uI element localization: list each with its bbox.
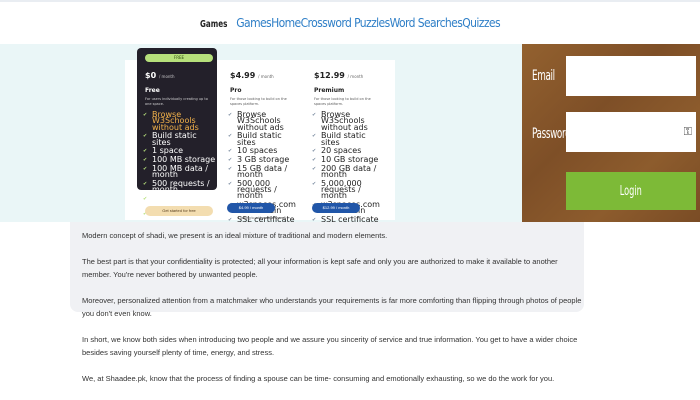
nav-brand: Games bbox=[199, 19, 228, 30]
feature-item: ✔ Browse W3Schools without ads bbox=[312, 110, 368, 132]
plan-description: For users individually creating up to on… bbox=[145, 97, 208, 106]
email-field[interactable] bbox=[566, 56, 696, 96]
password-field[interactable] bbox=[566, 112, 696, 152]
check-icon: ✔ bbox=[312, 112, 317, 118]
premium-plan-button[interactable]: $12.99 / month bbox=[312, 203, 360, 213]
check-icon: ✔ bbox=[228, 180, 233, 187]
feature-item: ✔ 20 spaces bbox=[312, 146, 362, 156]
nav-link-games[interactable]: Games bbox=[236, 16, 271, 30]
feature-item: ✔ 10 spaces bbox=[228, 146, 278, 156]
pro-plan-button[interactable]: $4.99 / month bbox=[227, 203, 275, 213]
check-icon: ✔ bbox=[143, 148, 148, 155]
check-icon: ✔ bbox=[228, 165, 233, 172]
check-icon: ✔ bbox=[143, 157, 148, 163]
pricing-card-free: FREE $0 / month Free For users individua… bbox=[137, 48, 217, 217]
check-icon: ✔ bbox=[228, 112, 233, 118]
feature-item: ✔ 100 MB data / month bbox=[143, 163, 209, 179]
plan-name: Free bbox=[145, 87, 160, 94]
feature-item: ✔ 5,000,000 requests / month bbox=[312, 178, 362, 201]
login-panel: Email Password ⚿ Login bbox=[522, 44, 700, 222]
password-label: Password bbox=[532, 126, 571, 142]
check-icon: ✔ bbox=[228, 157, 233, 163]
check-icon: ✔ bbox=[312, 165, 317, 172]
check-icon: ✔ bbox=[143, 195, 148, 202]
nav-link-crossword-puzzles[interactable]: Crossword Puzzles bbox=[301, 16, 391, 30]
check-icon: ✔ bbox=[228, 148, 233, 155]
feature-item: ✔ 200 GB data / month bbox=[312, 163, 377, 179]
feature-item: ✔ 500,000 requests / month bbox=[228, 178, 277, 201]
feature-item: ✔ 500 requests / month bbox=[143, 178, 210, 194]
check-icon: ✔ bbox=[143, 165, 148, 172]
email-label: Email bbox=[532, 68, 555, 84]
password-key-icon[interactable]: ⚿ bbox=[684, 126, 692, 139]
feature-item: ✔ 1 space bbox=[143, 146, 184, 156]
plan-price: $4.99 / month bbox=[230, 71, 274, 80]
content-paragraph: We, at Shaadee.pk, know that the process… bbox=[82, 374, 555, 383]
feature-item: ✔ Browse W3Schools without ads bbox=[228, 110, 284, 132]
feature-item: ✔ 10 GB storage bbox=[312, 155, 379, 164]
content-paragraph: In short, we know both sides when introd… bbox=[82, 335, 578, 357]
check-icon: ✔ bbox=[312, 148, 317, 155]
top-nav: Games Games Home Crossword Puzzles Word … bbox=[0, 0, 700, 44]
plan-description: For those looking to build on the spaces… bbox=[314, 97, 371, 106]
feature-item: ✔ Build static sites bbox=[143, 131, 197, 147]
pricing-card-pro: $4.99 / month Pro For those looking to b… bbox=[222, 48, 302, 224]
content-paragraph: Modern concept of shadi, we present is a… bbox=[82, 231, 388, 240]
feature-item: ✔ Build static sites bbox=[312, 131, 366, 147]
nav-links: Games Games Home Crossword Puzzles Word … bbox=[199, 16, 501, 30]
content-paragraph: The best part is that your confidentiali… bbox=[82, 257, 558, 279]
feature-list: ✔ Browse W3Schools without ads ✔ Build sta… bbox=[143, 110, 217, 219]
plan-name: Premium bbox=[314, 87, 345, 94]
plan-badge: FREE bbox=[145, 54, 213, 62]
content-paragraph: Moreover, personalized attention from a … bbox=[82, 296, 582, 318]
login-button[interactable]: Login bbox=[566, 172, 696, 210]
feature-item: ✔ Build static sites bbox=[228, 131, 282, 147]
check-icon: ✔ bbox=[143, 133, 148, 140]
check-icon: ✔ bbox=[143, 112, 148, 118]
nav-link-quizzes[interactable]: Quizzes bbox=[462, 16, 500, 30]
feature-item: ✔ 3 GB storage bbox=[228, 155, 290, 164]
pricing-card-premium: $12.99 / month Premium For those looking… bbox=[306, 48, 386, 224]
get-started-free-button[interactable]: Get started for free bbox=[145, 206, 213, 216]
check-icon: ✔ bbox=[228, 133, 233, 140]
feature-item: ✔ 15 GB data / month bbox=[228, 163, 288, 179]
check-icon: ✔ bbox=[312, 133, 317, 140]
feature-item: ✔ Browse W3Schools without ads bbox=[143, 110, 199, 132]
plan-name: Pro bbox=[230, 87, 242, 94]
check-icon: ✔ bbox=[312, 180, 317, 187]
plan-price: $12.99 / month bbox=[314, 71, 364, 80]
plan-description: For those looking to build on the spaces… bbox=[230, 97, 287, 106]
check-icon: ✔ bbox=[143, 180, 148, 187]
login-button-label: Login bbox=[619, 183, 643, 199]
nav-link-word-searches[interactable]: Word Searches bbox=[390, 16, 463, 30]
check-icon: ✔ bbox=[312, 157, 317, 163]
nav-link-home[interactable]: Home bbox=[271, 16, 301, 30]
feature-item: ✔ 100 MB storage bbox=[143, 155, 216, 164]
multiple-users-note[interactable]: Looking to add multiple users? bbox=[227, 216, 297, 220]
plan-price: $0 / month bbox=[145, 71, 175, 80]
